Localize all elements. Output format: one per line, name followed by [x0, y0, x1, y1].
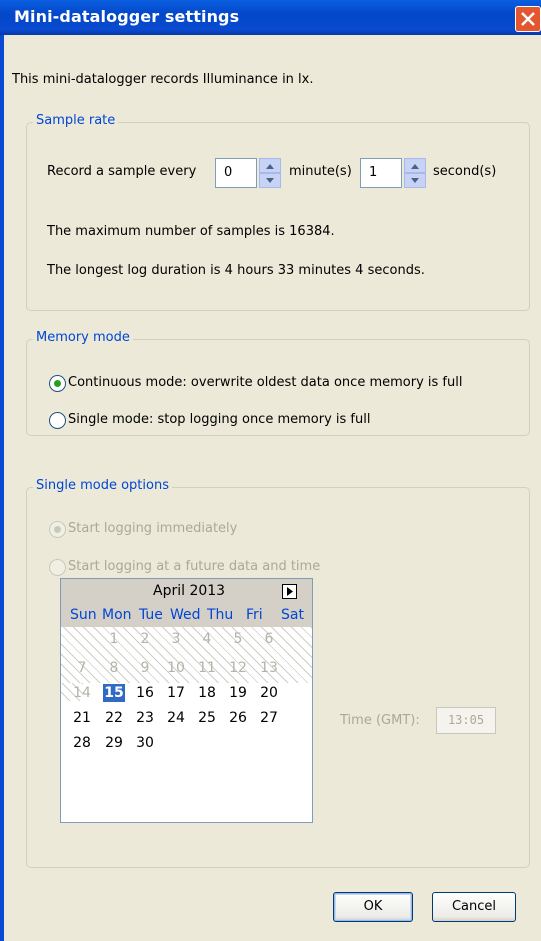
calendar-day[interactable]: 7	[69, 660, 95, 676]
calendar-day[interactable]: 26	[225, 710, 251, 726]
minutes-up-button[interactable]	[259, 158, 281, 173]
calendar-day[interactable]: 16	[132, 685, 158, 701]
weekday-thu: Thu	[207, 607, 234, 623]
calendar-day[interactable]: 22	[101, 710, 127, 726]
calendar-day[interactable]: 18	[194, 685, 220, 701]
weekday-tue: Tue	[139, 607, 163, 623]
close-icon	[521, 12, 535, 26]
calendar-day[interactable]: 29	[101, 735, 127, 751]
close-button[interactable]	[515, 6, 541, 32]
calendar-day[interactable]: 28	[69, 735, 95, 751]
duration-text: The longest log duration is 4 hours 33 m…	[47, 263, 425, 278]
calendar-day[interactable]: 11	[194, 660, 220, 676]
single-mode-label[interactable]: Single mode: stop logging once memory is…	[68, 412, 370, 427]
minutes-value: 0	[224, 165, 233, 180]
calendar-day[interactable]: 19	[225, 685, 251, 701]
minutes-input[interactable]: 0	[215, 158, 257, 188]
calendar-header: April 2013 Sun Mon Tue Wed Thu Fri Sat	[61, 579, 312, 627]
weekday-wed: Wed	[170, 607, 201, 623]
seconds-unit: second(s)	[433, 164, 497, 179]
description-text: This mini-datalogger records Illuminance…	[12, 72, 314, 87]
calendar-day[interactable]: 14	[69, 685, 95, 701]
calendar-day[interactable]: 17	[163, 685, 189, 701]
chevron-down-icon	[266, 178, 274, 183]
single-mode-radio[interactable]	[49, 412, 66, 429]
ok-button[interactable]: OK	[333, 892, 413, 922]
weekday-sun: Sun	[70, 607, 97, 623]
minutes-unit: minute(s)	[289, 164, 352, 179]
start-immediately-label[interactable]: Start logging immediately	[68, 521, 237, 536]
seconds-stepper[interactable]	[404, 158, 426, 188]
calendar-day[interactable]: 24	[163, 710, 189, 726]
chevron-up-icon	[266, 164, 274, 169]
minutes-stepper[interactable]	[259, 158, 281, 188]
calendar-day[interactable]: 9	[132, 660, 158, 676]
calendar-day[interactable]: 8	[101, 660, 127, 676]
calendar-day[interactable]: 23	[132, 710, 158, 726]
calendar-day[interactable]: 21	[69, 710, 95, 726]
seconds-down-button[interactable]	[404, 173, 426, 188]
sample-rate-legend: Sample rate	[33, 113, 119, 128]
calendar-day[interactable]: 1	[101, 631, 127, 647]
continuous-mode-radio[interactable]	[49, 375, 66, 392]
calendar-day[interactable]: 27	[256, 710, 282, 726]
start-future-label[interactable]: Start logging at a future data and time	[68, 559, 320, 574]
chevron-down-icon	[411, 178, 419, 183]
calendar-day[interactable]: 10	[163, 660, 189, 676]
continuous-mode-label[interactable]: Continuous mode: overwrite oldest data o…	[68, 375, 462, 390]
calendar-day[interactable]: 4	[194, 631, 220, 647]
calendar-day[interactable]: 6	[256, 631, 282, 647]
minutes-down-button[interactable]	[259, 173, 281, 188]
record-label: Record a sample every	[47, 164, 197, 179]
calendar-day[interactable]: 15	[103, 684, 125, 702]
calendar-day[interactable]: 12	[225, 660, 251, 676]
calendar-day[interactable]: 30	[132, 735, 158, 751]
chevron-up-icon	[411, 164, 419, 169]
window-title: Mini-datalogger settings	[14, 7, 240, 26]
calendar-month: April 2013	[153, 583, 226, 599]
calendar-day[interactable]: 3	[163, 631, 189, 647]
start-immediately-radio[interactable]	[49, 521, 66, 538]
memory-mode-legend: Memory mode	[33, 330, 133, 345]
seconds-input[interactable]: 1	[360, 158, 402, 188]
radio-selected-dot	[54, 526, 61, 533]
calendar-day[interactable]: 20	[256, 685, 282, 701]
weekday-fri: Fri	[246, 607, 263, 623]
calendar-day[interactable]: 2	[132, 631, 158, 647]
date-calendar[interactable]: April 2013 Sun Mon Tue Wed Thu Fri Sat 1…	[60, 578, 313, 823]
radio-selected-dot	[54, 380, 61, 387]
calendar-day[interactable]: 25	[194, 710, 220, 726]
cancel-button[interactable]: Cancel	[432, 892, 516, 922]
time-label: Time (GMT):	[340, 713, 420, 728]
chevron-right-icon	[287, 587, 293, 596]
seconds-value: 1	[369, 165, 378, 180]
calendar-day[interactable]: 13	[256, 660, 282, 676]
start-future-radio[interactable]	[49, 559, 66, 576]
max-samples-text: The maximum number of samples is 16384.	[47, 224, 335, 239]
seconds-up-button[interactable]	[404, 158, 426, 173]
weekday-sat: Sat	[281, 607, 304, 623]
next-month-button[interactable]	[282, 584, 297, 599]
single-mode-options-legend: Single mode options	[33, 478, 172, 493]
weekday-mon: Mon	[102, 607, 132, 623]
title-bar: Mini-datalogger settings	[0, 0, 541, 35]
calendar-day[interactable]: 5	[225, 631, 251, 647]
time-input[interactable]: 13:05	[436, 707, 496, 734]
sample-rate-group	[26, 122, 530, 311]
